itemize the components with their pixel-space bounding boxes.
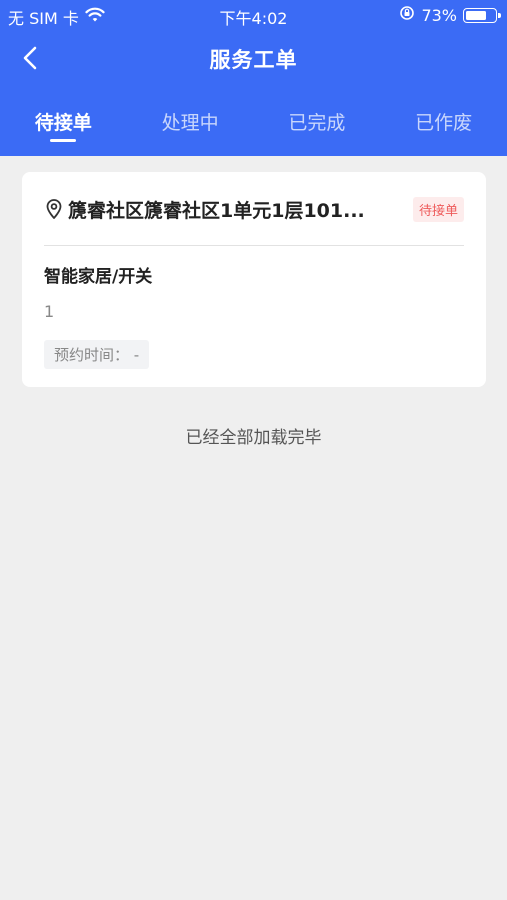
tab-label: 待接单 (34, 112, 92, 134)
work-order-card[interactable]: 篪睿社区篪睿社区1单元1层101... 待接单 智能家居/开关 1 预约时间： … (22, 172, 486, 387)
tab-label: 已作废 (415, 112, 473, 134)
tab-bar: 待接单 处理中 已完成 已作废 (0, 100, 507, 144)
location-pin-icon (46, 199, 62, 219)
list-end-text: 已经全部加载完毕 (185, 428, 322, 448)
battery-level-fill (466, 10, 487, 20)
tab-label: 已完成 (288, 112, 346, 134)
nav-bar: 服务工单 (0, 36, 507, 80)
battery-icon (463, 7, 501, 23)
status-bar: 无 SIM 卡 下午4:02 73% (0, 0, 507, 30)
tab-completed[interactable]: 已完成 (254, 100, 381, 144)
status-badge: 待接单 (412, 196, 464, 222)
card-divider (44, 245, 464, 246)
header: 无 SIM 卡 下午4:02 73% 服务工单 待接单 处理中 已完成 已作废 (0, 0, 507, 156)
tab-processing[interactable]: 处理中 (127, 100, 254, 144)
active-tab-indicator (50, 139, 77, 142)
page-title: 服务工单 (209, 48, 298, 72)
appointment-time: 预约时间： - (44, 340, 150, 369)
rotation-lock-icon (399, 5, 415, 25)
appointment-value: - (133, 346, 140, 364)
order-address: 篪睿社区篪睿社区1单元1层101... (68, 199, 365, 222)
tab-pending[interactable]: 待接单 (0, 100, 127, 144)
appointment-label: 预约时间： (54, 346, 130, 364)
order-quantity: 1 (44, 302, 55, 321)
service-category: 智能家居/开关 (44, 267, 153, 287)
battery-percent: 73% (421, 5, 457, 25)
card-header: 篪睿社区篪睿社区1单元1层101... 待接单 (44, 194, 464, 224)
status-right: 73% (399, 5, 501, 25)
tab-label: 处理中 (161, 112, 219, 134)
tab-voided[interactable]: 已作废 (380, 100, 507, 144)
